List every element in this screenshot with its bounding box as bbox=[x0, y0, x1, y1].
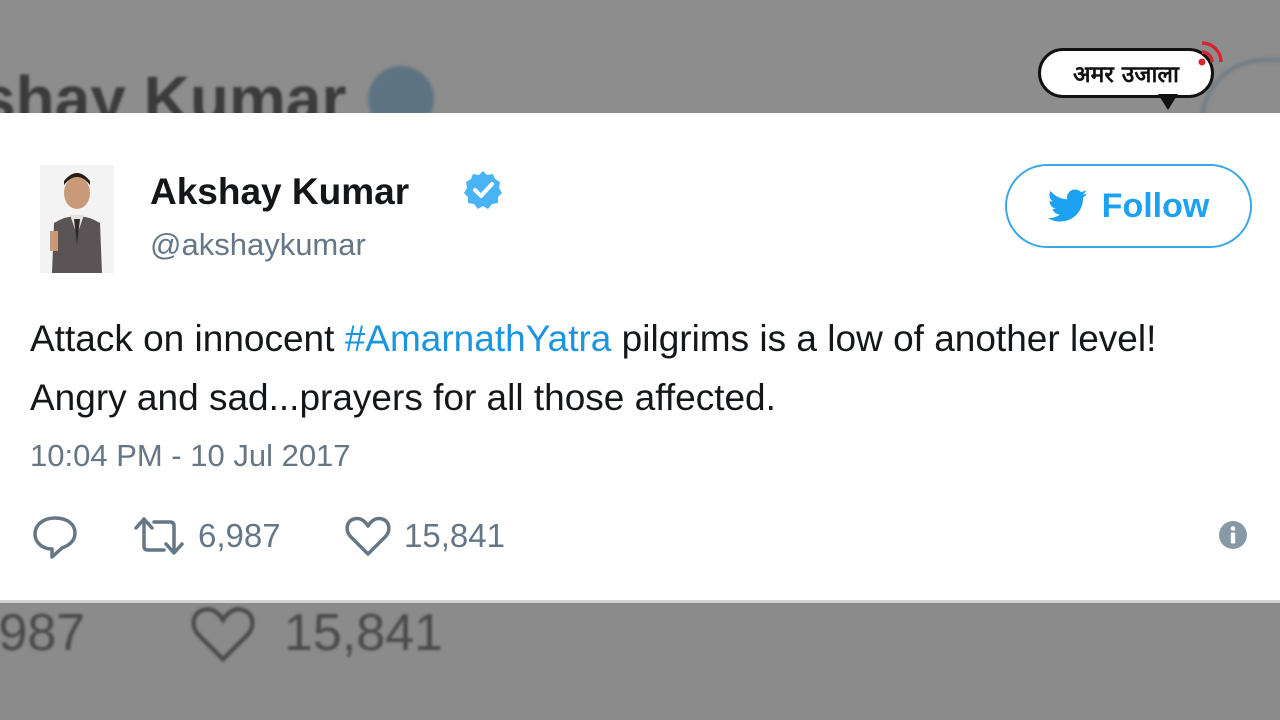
like-count: 15,841 bbox=[404, 517, 505, 554]
hashtag-link[interactable]: #AmarnathYatra bbox=[345, 318, 612, 359]
info-icon[interactable] bbox=[1218, 520, 1248, 550]
tweet-card: Akshay Kumar @akshaykumar Follow Attack … bbox=[0, 113, 1280, 603]
reply-icon bbox=[33, 516, 77, 559]
tweet-timestamp[interactable]: 10:04 PM - 10 Jul 2017 bbox=[30, 438, 351, 474]
tweet-text-start: Attack on innocent bbox=[30, 318, 345, 359]
author-name[interactable]: Akshay Kumar bbox=[150, 171, 409, 213]
logo-tail bbox=[1158, 94, 1178, 110]
retweet-button[interactable]: 6,987 bbox=[132, 510, 281, 562]
twitter-bird-icon bbox=[1047, 189, 1088, 222]
tweet-text: Attack on innocent #AmarnathYatra pilgri… bbox=[30, 309, 1250, 427]
logo-text: अमर उजाला bbox=[1073, 62, 1179, 88]
background-verified-icon bbox=[368, 66, 434, 113]
background-heart-icon bbox=[191, 607, 255, 663]
like-button[interactable]: 15,841 bbox=[344, 510, 505, 562]
background-like-count: 15,841 bbox=[284, 604, 444, 662]
retweet-icon bbox=[134, 517, 184, 555]
background-retweet-count: ,987 bbox=[0, 604, 86, 662]
follow-label: Follow bbox=[1101, 186, 1210, 225]
background-author-name: shay Kumar bbox=[0, 63, 347, 113]
background-footer: ,987 15,841 bbox=[0, 603, 1280, 720]
reply-button[interactable] bbox=[30, 510, 80, 562]
signal-icon bbox=[1198, 41, 1223, 66]
avatar[interactable] bbox=[40, 165, 114, 273]
tweet-actions: 6,987 15,841 bbox=[30, 510, 1250, 562]
retweet-count: 6,987 bbox=[198, 517, 281, 554]
amar-ujala-logo: अमर उजाला bbox=[1038, 48, 1214, 98]
follow-button[interactable]: Follow bbox=[1005, 164, 1252, 248]
heart-icon bbox=[345, 516, 391, 556]
author-handle[interactable]: @akshaykumar bbox=[150, 227, 366, 263]
verified-badge-icon bbox=[464, 171, 502, 209]
